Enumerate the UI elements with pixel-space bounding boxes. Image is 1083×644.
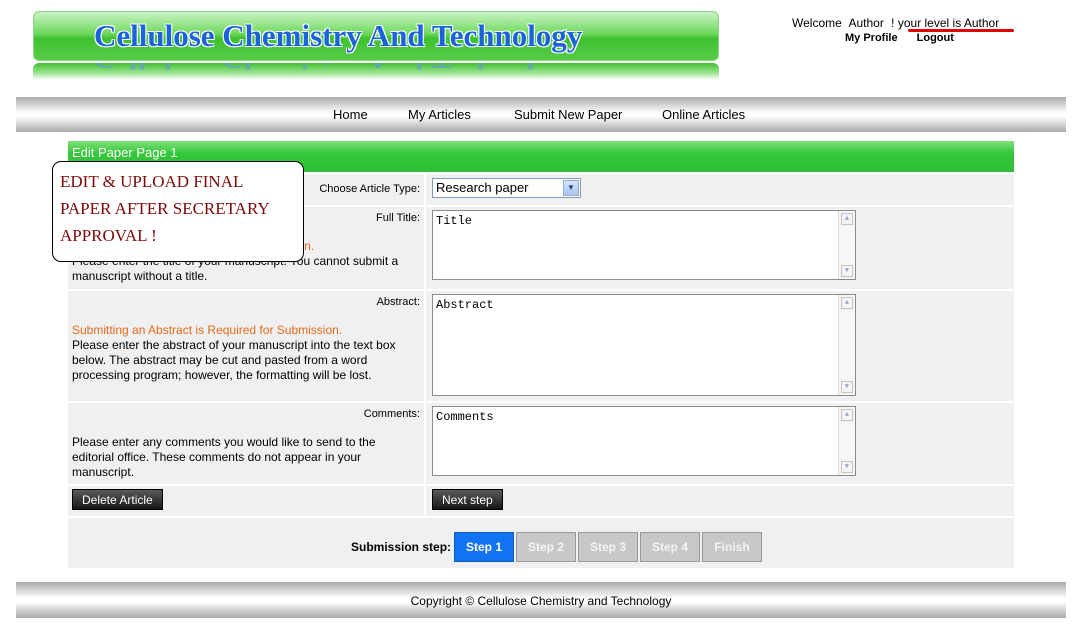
full-title-scrollbar[interactable]: ▲ ▼ (838, 211, 855, 279)
full-title-textarea[interactable]: Title ▲ ▼ (432, 210, 856, 280)
next-step-button[interactable]: Next step (432, 489, 503, 510)
user-greeting: Welcome Author ! your level is Author (792, 16, 1003, 30)
instruction-callout: EDIT & UPLOAD FINAL PAPER AFTER SECRETAR… (52, 161, 304, 262)
scroll-up-icon[interactable]: ▲ (841, 409, 853, 421)
site-banner: Cellulose Chemistry And Technology (33, 11, 719, 61)
actions-left-cell: Delete Article (68, 486, 426, 516)
nav-submit-new-paper[interactable]: Submit New Paper (514, 107, 622, 122)
comments-value: Comments (436, 410, 494, 424)
scroll-up-icon[interactable]: ▲ (841, 213, 853, 225)
comments-textarea[interactable]: Comments ▲ ▼ (432, 406, 856, 476)
abstract-label: Abstract: (376, 296, 420, 308)
banner-reflection-text: Cellulose Chemistry And Technology (93, 63, 581, 76)
delete-article-button[interactable]: Delete Article (72, 489, 163, 510)
abstract-scrollbar[interactable]: ▲ ▼ (838, 295, 855, 395)
abstract-label-cell: Abstract: Submitting an Abstract is Requ… (68, 291, 426, 401)
article-type-select[interactable]: Research paper ▼ (432, 178, 581, 198)
nav-online-articles[interactable]: Online Articles (662, 107, 745, 122)
article-type-value: Research paper (436, 180, 529, 195)
abstract-help: Submitting an Abstract is Required for S… (72, 323, 412, 383)
scroll-down-icon[interactable]: ▼ (841, 265, 853, 277)
username: Author (848, 16, 884, 30)
full-title-field-cell: Title ▲ ▼ (428, 207, 1014, 289)
comments-label-cell: Comments: Please enter any comments you … (68, 403, 426, 484)
article-type-field-cell: Research paper ▼ (428, 174, 1014, 205)
step-2-button[interactable]: Step 2 (516, 532, 576, 562)
nav-home[interactable]: Home (333, 107, 368, 122)
comments-scrollbar[interactable]: ▲ ▼ (838, 407, 855, 475)
site-title: Cellulose Chemistry And Technology (94, 18, 583, 53)
main-nav: Home My Articles Submit New Paper Online… (16, 97, 1066, 132)
comments-row: Comments: Please enter any comments you … (68, 401, 1014, 484)
nav-my-articles[interactable]: My Articles (408, 107, 471, 122)
user-level: ! your level is Author (891, 16, 1000, 30)
abstract-textarea[interactable]: Abstract ▲ ▼ (432, 294, 856, 396)
scroll-down-icon[interactable]: ▼ (841, 381, 853, 393)
step-3-button[interactable]: Step 3 (578, 532, 638, 562)
full-title-label: Full Title: (375, 212, 420, 224)
footer: Copyright © Cellulose Chemistry and Tech… (16, 582, 1066, 618)
page: Cellulose Chemistry And Technology Cellu… (0, 0, 1083, 644)
comments-field-cell: Comments ▲ ▼ (428, 403, 1014, 484)
actions-row: Delete Article Next step (68, 484, 1014, 516)
abstract-required-note: Submitting an Abstract is Required for S… (72, 323, 343, 337)
copyright-text: Copyright © Cellulose Chemistry and Tech… (410, 594, 672, 608)
banner-reflection: Cellulose Chemistry And Technology (33, 63, 719, 80)
finish-step-button[interactable]: Finish (702, 532, 762, 562)
welcome-text: Welcome (792, 16, 842, 30)
abstract-value: Abstract (436, 298, 494, 312)
actions-right-cell: Next step (428, 486, 1014, 516)
article-type-label: Choose Article Type: (319, 183, 420, 195)
my-profile-link[interactable]: My Profile (845, 32, 898, 44)
comments-label: Comments: (363, 408, 420, 420)
user-links: My Profile Logout (845, 32, 970, 44)
comments-help: Please enter any comments you would like… (72, 435, 376, 479)
abstract-help-text: Please enter the abstract of your manusc… (72, 338, 396, 382)
step-4-button[interactable]: Step 4 (640, 532, 700, 562)
logout-link[interactable]: Logout (917, 32, 954, 44)
scroll-down-icon[interactable]: ▼ (841, 461, 853, 473)
abstract-row: Abstract: Submitting an Abstract is Requ… (68, 289, 1014, 401)
step-1-button[interactable]: Step 1 (454, 532, 514, 562)
submission-step-label: Submission step: (351, 540, 452, 554)
full-title-value: Title (436, 214, 473, 228)
chevron-down-icon[interactable]: ▼ (563, 180, 579, 196)
abstract-field-cell: Abstract ▲ ▼ (428, 291, 1014, 401)
scroll-up-icon[interactable]: ▲ (841, 297, 853, 309)
